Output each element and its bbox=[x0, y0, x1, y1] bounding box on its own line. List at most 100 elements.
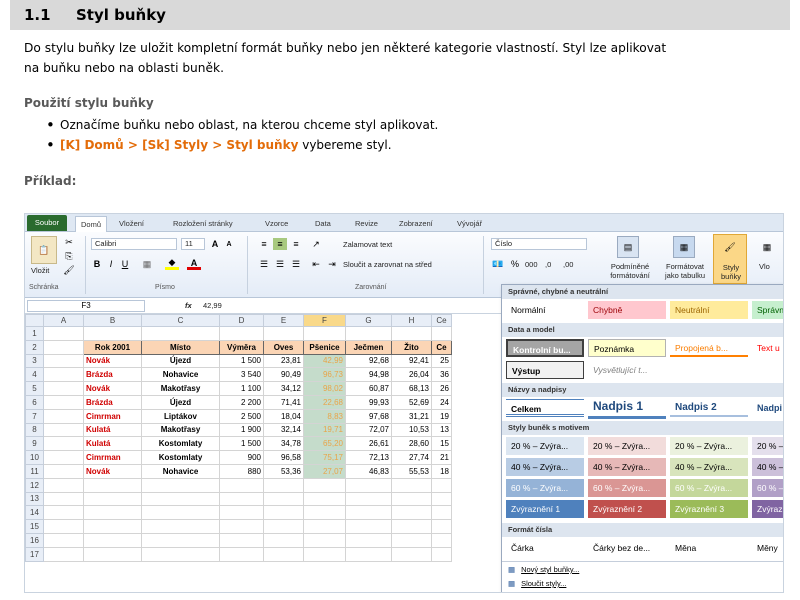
cell[interactable] bbox=[141, 532, 220, 548]
cell[interactable] bbox=[391, 477, 432, 493]
style-comma[interactable]: Čárka bbox=[506, 539, 584, 557]
data-cell[interactable]: Makotřasy bbox=[141, 381, 220, 396]
data-cell[interactable]: 72,13 bbox=[345, 450, 392, 465]
increase-decimal-icon[interactable]: ,0 bbox=[545, 260, 551, 269]
style-check-cell[interactable]: Kontrolní bu... bbox=[506, 339, 584, 357]
tab-developer[interactable]: Vývojář bbox=[457, 216, 482, 232]
cell[interactable] bbox=[263, 491, 304, 507]
tab-file[interactable]: Soubor bbox=[27, 215, 67, 231]
style-output[interactable]: Výstup bbox=[506, 361, 584, 379]
cut-icon[interactable]: ✂ bbox=[63, 236, 75, 248]
tab-data[interactable]: Data bbox=[315, 216, 331, 232]
data-cell[interactable]: 25 bbox=[431, 353, 452, 369]
style-explanatory[interactable]: Vysvětlující t... bbox=[588, 361, 666, 379]
cell[interactable] bbox=[303, 505, 346, 521]
style-accent-2[interactable]: Zvýraznění 2 bbox=[588, 500, 666, 518]
style-comma-0[interactable]: Čárky bez de... bbox=[588, 539, 666, 557]
number-format-select[interactable]: Číslo bbox=[491, 238, 587, 250]
cell[interactable] bbox=[83, 519, 142, 534]
data-cell[interactable]: 52,69 bbox=[391, 394, 432, 410]
data-cell[interactable]: Cimrman bbox=[83, 450, 142, 465]
tab-formulas[interactable]: Vzorce bbox=[265, 216, 288, 232]
selected-cell[interactable]: 27,07 bbox=[303, 463, 346, 479]
cell[interactable] bbox=[43, 339, 84, 355]
cell[interactable] bbox=[345, 477, 392, 493]
style-currency[interactable]: Měna bbox=[670, 539, 748, 557]
style-neutral[interactable]: Neutrální bbox=[670, 301, 748, 319]
cell[interactable] bbox=[391, 491, 432, 507]
row-header[interactable]: 5 bbox=[25, 381, 44, 396]
function-icon[interactable]: fx bbox=[185, 301, 192, 310]
data-cell[interactable]: 1 100 bbox=[219, 381, 264, 396]
column-title[interactable]: Oves bbox=[263, 339, 304, 355]
row-header[interactable]: 7 bbox=[25, 408, 44, 424]
align-left-icon[interactable]: ☰ bbox=[257, 258, 271, 270]
align-center-icon[interactable]: ☰ bbox=[273, 258, 287, 270]
column-title[interactable]: Žito bbox=[391, 339, 432, 355]
thousands-icon[interactable]: 000 bbox=[525, 260, 538, 269]
merge-center-button[interactable]: Sloučit a zarovnat na střed bbox=[343, 260, 432, 269]
style-20-accent-2[interactable]: 20 % – Zvýra... bbox=[588, 437, 666, 455]
data-cell[interactable]: 99,93 bbox=[345, 394, 392, 410]
data-cell[interactable]: 53,36 bbox=[263, 463, 304, 479]
cell[interactable] bbox=[303, 326, 346, 341]
selected-cell[interactable]: 8,83 bbox=[303, 408, 346, 424]
cell[interactable] bbox=[43, 519, 84, 534]
cell[interactable] bbox=[219, 491, 264, 507]
tab-insert[interactable]: Vložení bbox=[119, 216, 144, 232]
style-good[interactable]: Správn bbox=[752, 301, 783, 319]
row-header[interactable]: 4 bbox=[25, 367, 44, 383]
cell[interactable] bbox=[345, 519, 392, 534]
row-header[interactable]: 1 bbox=[25, 326, 44, 341]
shrink-font-icon[interactable]: A bbox=[223, 238, 235, 250]
font-color-icon[interactable]: A bbox=[187, 258, 201, 270]
data-cell[interactable]: 24 bbox=[431, 394, 452, 410]
name-box[interactable]: F3 bbox=[27, 300, 145, 312]
data-cell[interactable]: 97,68 bbox=[345, 408, 392, 424]
cell[interactable] bbox=[43, 422, 84, 438]
cell[interactable] bbox=[141, 326, 220, 341]
data-cell[interactable]: 92,41 bbox=[391, 353, 432, 369]
underline-icon[interactable]: U bbox=[119, 258, 131, 270]
cell[interactable] bbox=[345, 505, 392, 521]
format-as-table-button[interactable]: Formátovat jako tabulku bbox=[661, 262, 709, 280]
row-header[interactable]: 16 bbox=[25, 532, 44, 548]
row-header[interactable]: 10 bbox=[25, 450, 44, 465]
data-cell[interactable]: Cimrman bbox=[83, 408, 142, 424]
fill-color-icon[interactable]: ◆ bbox=[165, 257, 179, 270]
style-total[interactable]: Celkem bbox=[506, 399, 584, 417]
column-title[interactable]: Ječmen bbox=[345, 339, 392, 355]
cell-styles-button[interactable]: 🖌 Styly buňky bbox=[713, 234, 747, 284]
cell[interactable] bbox=[219, 546, 264, 562]
data-cell[interactable]: 68,13 bbox=[391, 381, 432, 396]
cell[interactable] bbox=[263, 477, 304, 493]
paste-label[interactable]: Vložit bbox=[31, 266, 49, 275]
cell[interactable] bbox=[391, 505, 432, 521]
cell[interactable] bbox=[43, 450, 84, 465]
data-cell[interactable]: 13 bbox=[431, 422, 452, 438]
select-all-corner[interactable] bbox=[25, 314, 44, 327]
data-cell[interactable]: Brázda bbox=[83, 394, 142, 410]
column-header-h[interactable]: H bbox=[391, 314, 432, 327]
cell[interactable] bbox=[141, 477, 220, 493]
cell[interactable] bbox=[431, 519, 452, 534]
data-cell[interactable]: 900 bbox=[219, 450, 264, 465]
cell[interactable] bbox=[303, 491, 346, 507]
style-20-accent-1[interactable]: 20 % – Zvýra... bbox=[506, 437, 584, 455]
selected-cell[interactable]: 75,17 bbox=[303, 450, 346, 465]
column-title[interactable]: Rok 2001 bbox=[83, 339, 142, 355]
style-accent-4[interactable]: Zvýraz bbox=[752, 500, 783, 518]
align-middle-icon[interactable]: ≡ bbox=[273, 238, 287, 250]
accounting-icon[interactable]: 💶 bbox=[491, 258, 505, 270]
cell[interactable] bbox=[43, 491, 84, 507]
sheet-table[interactable]: A B C D E F G H Ce 1 2 Rok 2001 Místo Výměra Oves Pšeni… bbox=[25, 314, 452, 562]
style-20-accent-3[interactable]: 20 % – Zvýra... bbox=[670, 437, 748, 455]
data-cell[interactable]: 92,68 bbox=[345, 353, 392, 369]
cell[interactable] bbox=[43, 532, 84, 548]
cell[interactable] bbox=[263, 532, 304, 548]
insert-cells-label[interactable]: Vlo bbox=[759, 262, 770, 271]
cell[interactable] bbox=[263, 326, 304, 341]
cell[interactable] bbox=[43, 381, 84, 396]
selected-cell[interactable]: 98,02 bbox=[303, 381, 346, 396]
cell[interactable] bbox=[391, 532, 432, 548]
